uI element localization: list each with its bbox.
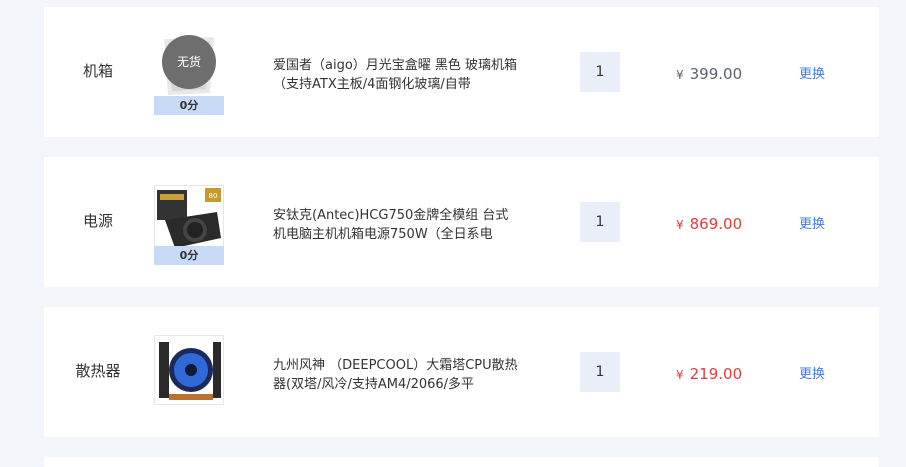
product-name[interactable]: 安钛克(Antec)HCG750金牌全模组 台式机电脑主机机箱电源750W（全日… xyxy=(273,206,519,244)
list-item: 电源 80 0分 安钛克(Antec)HCG750金牌全模组 台式机电脑主机机箱… xyxy=(44,157,879,287)
product-name[interactable]: 九州风神 （DEEPCOOL）大霜塔CPU散热器(双塔/风冷/支持AM4/206… xyxy=(273,356,519,394)
rating-badge: 0分 xyxy=(154,96,224,115)
price: ¥869.00 xyxy=(676,215,742,233)
product-name[interactable]: 爱国者（aigo）月光宝盒曜 黑色 玻璃机箱（支持ATX主板/4面钢化玻璃/自带 xyxy=(273,56,519,94)
list-item-partial xyxy=(44,457,879,467)
out-of-stock-badge: 无货 xyxy=(162,35,216,89)
power-supply-icon: 80 xyxy=(157,188,221,248)
currency-symbol: ¥ xyxy=(676,68,684,82)
currency-symbol: ¥ xyxy=(676,218,684,232)
product-image[interactable]: 80 xyxy=(154,185,224,255)
price-value: 219.00 xyxy=(689,365,743,383)
currency-symbol: ¥ xyxy=(676,368,684,382)
quantity-field[interactable]: 1 xyxy=(580,202,620,242)
price: ¥399.00 xyxy=(676,65,742,83)
svg-text:80: 80 xyxy=(209,192,218,200)
product-image[interactable] xyxy=(154,335,224,405)
category-label: 机箱 xyxy=(82,62,113,80)
list-item: 机箱 无货 0分 爱国者（aigo）月光宝盒曜 黑色 玻璃机箱（支持ATX主板/… xyxy=(44,7,879,137)
category-label: 散热器 xyxy=(75,362,121,380)
cpu-cooler-icon xyxy=(159,342,221,400)
replace-button[interactable]: 更换 xyxy=(799,363,825,382)
category-label: 电源 xyxy=(82,212,113,230)
quantity-field[interactable]: 1 xyxy=(580,52,620,92)
replace-button[interactable]: 更换 xyxy=(799,213,825,232)
price-value: 869.00 xyxy=(689,215,743,233)
list-item: 散热器 九州风神 （DEEPCOOL）大霜塔CPU散热器(双塔/风冷/支持AM4… xyxy=(44,307,879,437)
price: ¥219.00 xyxy=(676,365,742,383)
rating-badge: 0分 xyxy=(154,246,224,265)
product-image[interactable]: 无货 xyxy=(154,35,224,105)
replace-button[interactable]: 更换 xyxy=(799,63,825,82)
price-value: 399.00 xyxy=(689,65,743,83)
quantity-field[interactable]: 1 xyxy=(580,352,620,392)
